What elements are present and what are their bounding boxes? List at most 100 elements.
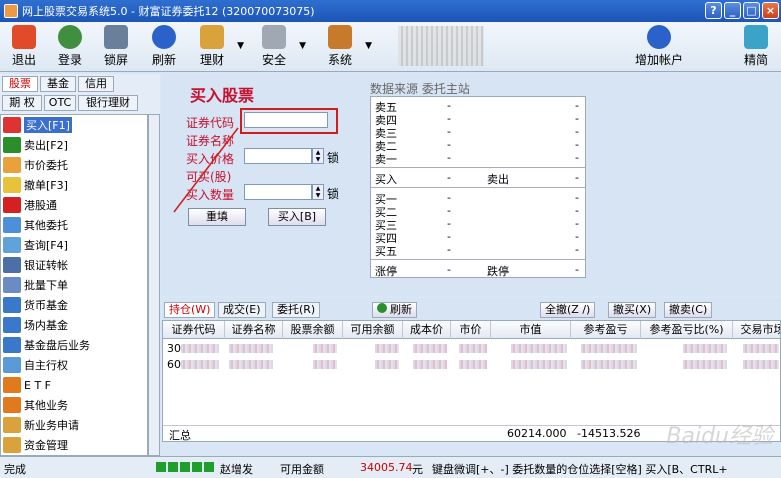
table-refresh-button[interactable]: 刷新 [372, 302, 417, 318]
menu-item-etf[interactable]: E T F [1, 375, 147, 395]
menu-item-self-exercise[interactable]: 自主行权 [1, 355, 147, 375]
exercise-icon [3, 357, 21, 373]
buy-icon [3, 117, 21, 133]
column-header[interactable]: 市值 [491, 321, 571, 339]
window-title: 网上股票交易系统5.0 - 财富证券委托12 (320070073075) [22, 5, 315, 18]
system-button[interactable]: 系统 ▼ [320, 25, 372, 68]
fund-icon [3, 337, 21, 353]
buy-quantity-input[interactable] [244, 184, 312, 200]
column-header[interactable]: 证券名称 [225, 321, 283, 339]
table-row[interactable]: 30 [163, 341, 780, 357]
column-header[interactable]: 可用余额 [343, 321, 403, 339]
close-button[interactable]: × [762, 2, 779, 19]
login-button[interactable]: 登录 [50, 25, 90, 68]
sell-icon [3, 137, 21, 153]
finance-icon [200, 25, 224, 49]
help-button[interactable]: ? [705, 2, 722, 19]
add-account-button[interactable]: 增加帐户 [634, 25, 684, 68]
market-order-icon [3, 157, 21, 173]
summary-profit: -14513.526 [577, 427, 641, 440]
compact-mode-button[interactable]: 精简 [736, 25, 776, 68]
tab-bank-finance[interactable]: 银行理财 [78, 95, 138, 111]
menu-item-other-business[interactable]: 其他业务 [1, 395, 147, 415]
menu-item-market-order[interactable]: 市价委托 [1, 155, 147, 175]
available-funds-label: 可用金额 [280, 463, 324, 476]
menu-item-query[interactable]: 查询[F4] [1, 235, 147, 255]
refresh-button[interactable]: 刷新 [144, 25, 184, 68]
column-header[interactable]: 交易市场 [733, 321, 781, 339]
tab-orders[interactable]: 委托(R) [272, 302, 321, 318]
signal-block [192, 462, 202, 472]
column-header[interactable]: 参考盈亏比(%) [641, 321, 733, 339]
menu-item-bank-transfer[interactable]: 银证转帐 [1, 255, 147, 275]
refresh-icon [377, 303, 387, 313]
dropdown-arrow-icon[interactable]: ▼ [365, 41, 372, 51]
menu-item-fund-management[interactable]: 资金管理 [1, 435, 147, 455]
table-row[interactable]: 60 [163, 357, 780, 373]
tab-stocks[interactable]: 股票 [2, 76, 38, 92]
add-user-icon [647, 25, 671, 49]
maximize-button[interactable]: □ [743, 2, 760, 19]
minimize-button[interactable]: _ [724, 2, 741, 19]
lock-screen-button[interactable]: 锁屏 [96, 25, 136, 68]
menu-item-new-business[interactable]: 新业务申请 [1, 415, 147, 435]
menu-item-money-fund[interactable]: 货币基金 [1, 295, 147, 315]
power-icon [12, 25, 36, 49]
menu-item-fund-after-hours[interactable]: 基金盘后业务 [1, 335, 147, 355]
lock-icon [104, 25, 128, 49]
monitor-icon [744, 25, 768, 49]
security-button[interactable]: 安全 ▼ [254, 25, 306, 68]
app-icon [4, 4, 18, 18]
price-spinner[interactable]: ▲ ▼ [312, 148, 324, 164]
application-icon [3, 417, 21, 433]
bid-level-1: 买一 - - [375, 191, 579, 206]
quantity-spinner[interactable]: ▲ ▼ [312, 184, 324, 200]
dropdown-arrow-icon[interactable]: ▼ [299, 41, 306, 51]
cancel-sell-button[interactable]: 撤卖(C) [664, 302, 713, 318]
tab-options[interactable]: 期 权 [2, 95, 42, 111]
menu-item-cancel[interactable]: 撤单[F3] [1, 175, 147, 195]
refresh-icon [152, 25, 176, 49]
exit-button[interactable]: 退出 [4, 25, 44, 68]
menu-item-other-order[interactable]: 其他委托 [1, 215, 147, 235]
dropdown-arrow-icon[interactable]: ▼ [237, 41, 244, 51]
column-header[interactable]: 股票余额 [283, 321, 343, 339]
hand-icon [3, 177, 21, 193]
fund-icon [3, 297, 21, 313]
search-icon [3, 237, 21, 253]
tab-otc[interactable]: OTC [44, 95, 76, 111]
currency-label: 元 [412, 463, 423, 476]
menu-item-buy[interactable]: 买入[F1] [1, 115, 147, 135]
buy-submit-button[interactable]: 买入[B] [268, 208, 326, 226]
tab-credit[interactable]: 信用 [78, 76, 114, 92]
signal-block [204, 462, 214, 472]
menu-item-hk-connect[interactable]: 港股通 [1, 195, 147, 215]
watermark: Baidu经验 [666, 424, 773, 449]
cancel-all-button[interactable]: 全撤(Z /) [540, 302, 596, 318]
cancel-buy-button[interactable]: 撤买(X) [608, 302, 657, 318]
table-header: 证券代码 证券名称 股票余额 可用余额 成本价 市价 市值 参考盈亏 参考盈亏比… [163, 321, 781, 339]
menu-item-batch-order[interactable]: 批量下单 [1, 275, 147, 295]
tab-funds[interactable]: 基金 [40, 76, 76, 92]
column-header[interactable]: 参考盈亏 [571, 321, 641, 339]
status-text: 完成 [4, 463, 26, 476]
menu-scrollbar[interactable] [148, 114, 160, 456]
batch-icon [3, 277, 21, 293]
reset-button[interactable]: 重填 [188, 208, 246, 226]
column-header[interactable]: 证券代码 [163, 321, 225, 339]
menu-item-exchange-fund[interactable]: 场内基金 [1, 315, 147, 335]
other-order-icon [3, 217, 21, 233]
data-source-label: 数据来源 委托主站 [370, 82, 470, 96]
column-header[interactable]: 成本价 [403, 321, 451, 339]
quantity-lock-label[interactable]: 锁 [327, 185, 339, 202]
tab-holdings[interactable]: 持仓(W) [164, 302, 216, 318]
menu-item-sell[interactable]: 卖出[F2] [1, 135, 147, 155]
buy-price-input[interactable] [244, 148, 312, 164]
money-icon [3, 437, 21, 453]
column-header[interactable]: 市价 [451, 321, 491, 339]
tools-icon [328, 25, 352, 49]
tab-trades[interactable]: 成交(E) [218, 302, 266, 318]
finance-button[interactable]: 理财 ▼ [192, 25, 244, 68]
ask-level-3: 卖三 - - [375, 125, 579, 140]
price-lock-label[interactable]: 锁 [327, 149, 339, 166]
